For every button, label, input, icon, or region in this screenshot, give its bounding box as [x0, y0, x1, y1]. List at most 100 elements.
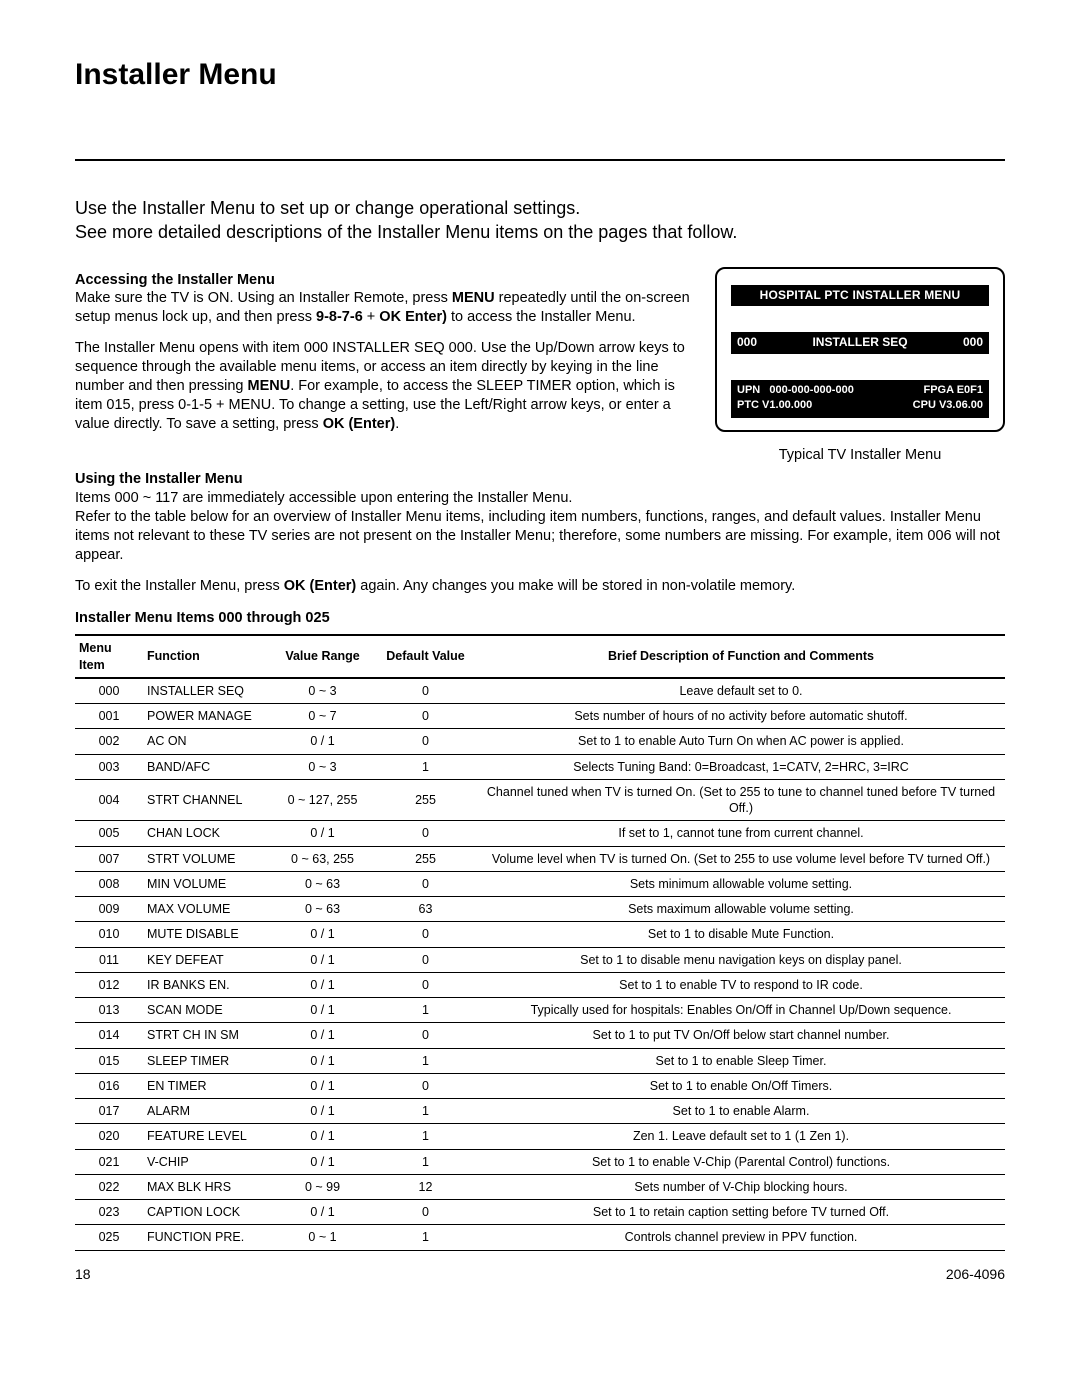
table-row: 017ALARM0 / 11Set to 1 to enable Alarm.: [75, 1099, 1005, 1124]
cell-function: SCAN MODE: [143, 998, 271, 1023]
cell-menu-item: 025: [75, 1225, 143, 1250]
cell-description: Volume level when TV is turned On. (Set …: [477, 846, 1005, 871]
cell-menu-item: 008: [75, 871, 143, 896]
cell-menu-item: 003: [75, 754, 143, 779]
cell-function: STRT CHANNEL: [143, 779, 271, 821]
table-row: 004STRT CHANNEL0 ~ 127, 255255Channel tu…: [75, 779, 1005, 821]
accessing-para-1: Make sure the TV is ON. Using an Install…: [75, 289, 690, 327]
cell-menu-item: 005: [75, 821, 143, 846]
cell-default-value: 1: [374, 1048, 477, 1073]
cell-function: FEATURE LEVEL: [143, 1124, 271, 1149]
cell-function: MAX VOLUME: [143, 897, 271, 922]
cell-menu-item: 004: [75, 779, 143, 821]
cell-menu-item: 002: [75, 729, 143, 754]
cell-function: FUNCTION PRE.: [143, 1225, 271, 1250]
table-row: 016EN TIMER0 / 10Set to 1 to enable On/O…: [75, 1073, 1005, 1098]
tv-menu-title: HOSPITAL PTC INSTALLER MENU: [731, 285, 989, 307]
cell-description: Sets number of hours of no activity befo…: [477, 704, 1005, 729]
cell-value-range: 0 / 1: [271, 998, 374, 1023]
cell-menu-item: 022: [75, 1174, 143, 1199]
cell-description: Selects Tuning Band: 0=Broadcast, 1=CATV…: [477, 754, 1005, 779]
cell-function: SLEEP TIMER: [143, 1048, 271, 1073]
cell-description: Set to 1 to enable V-Chip (Parental Cont…: [477, 1149, 1005, 1174]
intro-line-1: Use the Installer Menu to set up or chan…: [75, 196, 1005, 220]
cell-default-value: 0: [374, 678, 477, 704]
cell-value-range: 0 / 1: [271, 1200, 374, 1225]
cell-description: Leave default set to 0.: [477, 678, 1005, 704]
table-heading: Installer Menu Items 000 through 025: [75, 609, 1005, 628]
table-row: 002AC ON0 / 10Set to 1 to enable Auto Tu…: [75, 729, 1005, 754]
cell-function: STRT CH IN SM: [143, 1023, 271, 1048]
cell-menu-item: 023: [75, 1200, 143, 1225]
cell-value-range: 0 / 1: [271, 1048, 374, 1073]
cell-default-value: 1: [374, 1099, 477, 1124]
table-row: 009MAX VOLUME0 ~ 6363Sets maximum allowa…: [75, 897, 1005, 922]
table-row: 020FEATURE LEVEL0 / 11Zen 1. Leave defau…: [75, 1124, 1005, 1149]
cell-function: ALARM: [143, 1099, 271, 1124]
cell-default-value: 1: [374, 998, 477, 1023]
cell-function: MUTE DISABLE: [143, 922, 271, 947]
using-para-2: Refer to the table below for an overview…: [75, 508, 1005, 565]
cell-default-value: 0: [374, 704, 477, 729]
cell-menu-item: 009: [75, 897, 143, 922]
cell-function: BAND/AFC: [143, 754, 271, 779]
cell-default-value: 1: [374, 1149, 477, 1174]
cell-description: Set to 1 to enable On/Off Timers.: [477, 1073, 1005, 1098]
cell-value-range: 0 / 1: [271, 1124, 374, 1149]
cell-default-value: 0: [374, 972, 477, 997]
cell-description: Channel tuned when TV is turned On. (Set…: [477, 779, 1005, 821]
horizontal-rule: [75, 159, 1005, 161]
cell-description: Typically used for hospitals: Enables On…: [477, 998, 1005, 1023]
cell-function: EN TIMER: [143, 1073, 271, 1098]
cell-description: Sets number of V-Chip blocking hours.: [477, 1174, 1005, 1199]
cell-value-range: 0 ~ 63: [271, 897, 374, 922]
page-footer: 18 206-4096: [75, 1265, 1005, 1283]
cell-function: AC ON: [143, 729, 271, 754]
cell-menu-item: 014: [75, 1023, 143, 1048]
cell-value-range: 0 / 1: [271, 1149, 374, 1174]
cell-default-value: 0: [374, 729, 477, 754]
cell-description: Sets maximum allowable volume setting.: [477, 897, 1005, 922]
table-header-row: Menu Item Function Value Range Default V…: [75, 635, 1005, 678]
table-row: 003BAND/AFC0 ~ 31Selects Tuning Band: 0=…: [75, 754, 1005, 779]
cell-value-range: 0 / 1: [271, 922, 374, 947]
cell-function: INSTALLER SEQ: [143, 678, 271, 704]
table-row: 025FUNCTION PRE.0 ~ 11Controls channel p…: [75, 1225, 1005, 1250]
using-para-3: To exit the Installer Menu, press OK (En…: [75, 577, 1005, 596]
cell-value-range: 0 ~ 127, 255: [271, 779, 374, 821]
tv-menu-item-row: 000 INSTALLER SEQ 000: [731, 332, 989, 354]
cell-value-range: 0 / 1: [271, 821, 374, 846]
cell-description: Set to 1 to enable TV to respond to IR c…: [477, 972, 1005, 997]
cell-description: Set to 1 to disable menu navigation keys…: [477, 947, 1005, 972]
cell-menu-item: 000: [75, 678, 143, 704]
cell-default-value: 0: [374, 947, 477, 972]
cell-menu-item: 010: [75, 922, 143, 947]
cell-value-range: 0 ~ 63: [271, 871, 374, 896]
cell-value-range: 0 ~ 7: [271, 704, 374, 729]
cell-description: Set to 1 to retain caption setting befor…: [477, 1200, 1005, 1225]
cell-description: Set to 1 to enable Alarm.: [477, 1099, 1005, 1124]
table-row: 010MUTE DISABLE0 / 10Set to 1 to disable…: [75, 922, 1005, 947]
table-row: 001POWER MANAGE0 ~ 70Sets number of hour…: [75, 704, 1005, 729]
using-para-1: Items 000 ~ 117 are immediately accessib…: [75, 489, 1005, 508]
th-default-value: Default Value: [374, 635, 477, 678]
th-function: Function: [143, 635, 271, 678]
cell-default-value: 63: [374, 897, 477, 922]
cell-function: MAX BLK HRS: [143, 1174, 271, 1199]
cell-menu-item: 011: [75, 947, 143, 972]
cell-default-value: 1: [374, 1225, 477, 1250]
cell-function: MIN VOLUME: [143, 871, 271, 896]
cell-menu-item: 013: [75, 998, 143, 1023]
th-description: Brief Description of Function and Commen…: [477, 635, 1005, 678]
page-title: Installer Menu: [75, 55, 1005, 94]
cell-description: Set to 1 to put TV On/Off below start ch…: [477, 1023, 1005, 1048]
cell-description: Zen 1. Leave default set to 1 (1 Zen 1).: [477, 1124, 1005, 1149]
cell-function: V-CHIP: [143, 1149, 271, 1174]
cell-menu-item: 001: [75, 704, 143, 729]
intro-text: Use the Installer Menu to set up or chan…: [75, 196, 1005, 245]
intro-line-2: See more detailed descriptions of the In…: [75, 220, 1005, 244]
cell-menu-item: 021: [75, 1149, 143, 1174]
tv-caption: Typical TV Installer Menu: [715, 446, 1005, 465]
cell-value-range: 0 / 1: [271, 1023, 374, 1048]
cell-function: POWER MANAGE: [143, 704, 271, 729]
